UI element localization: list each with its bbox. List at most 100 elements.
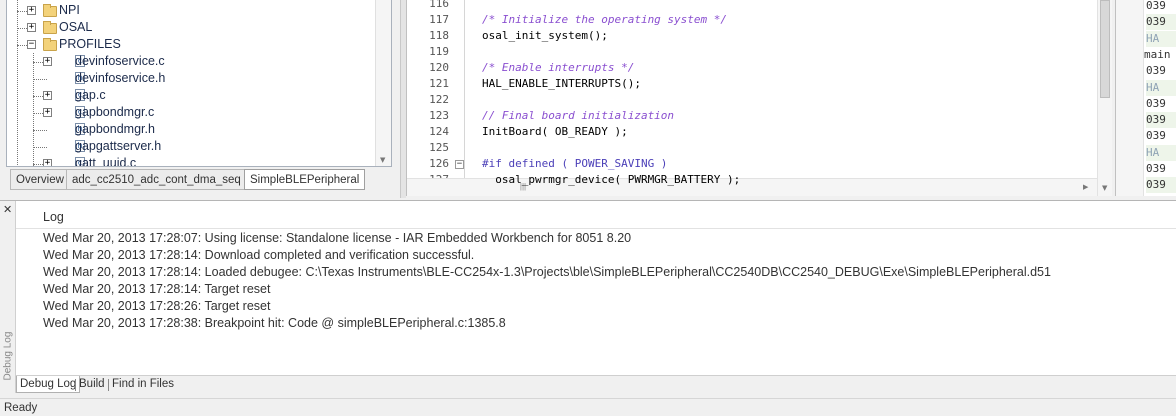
line-number-gutter: 116117118119120121122123124125126127 bbox=[407, 0, 455, 186]
tree-item[interactable]: + c gatt_uuid.c bbox=[7, 155, 375, 167]
code-line[interactable]: osal_init_system(); bbox=[482, 29, 608, 42]
fold-margin: − bbox=[455, 0, 465, 178]
log-entry[interactable]: Wed Mar 20, 2013 17:28:14: Download comp… bbox=[43, 248, 474, 262]
disassembly-line[interactable]: 039 bbox=[1146, 161, 1176, 177]
workspace-tab[interactable]: SimpleBLEPeripheral bbox=[244, 169, 366, 190]
disassembly-line[interactable]: 039 bbox=[1146, 177, 1176, 194]
disassembly-line[interactable]: HA bbox=[1146, 79, 1176, 96]
close-icon[interactable]: ✕ bbox=[3, 203, 12, 216]
expand-icon[interactable]: + bbox=[43, 159, 52, 166]
tree-connector bbox=[33, 53, 34, 166]
line-number: 120 bbox=[429, 61, 449, 74]
tree-item[interactable]: h gapbondmgr.h bbox=[7, 121, 375, 138]
line-number: 116 bbox=[429, 0, 449, 10]
collapse-icon[interactable]: − bbox=[27, 40, 36, 49]
log-entry[interactable]: Wed Mar 20, 2013 17:28:14: Target reset bbox=[43, 282, 270, 296]
code-editor[interactable]: 116117118119120121122123124125126127 − ▼… bbox=[406, 0, 1112, 196]
line-number: 125 bbox=[429, 141, 449, 154]
workspace-tab[interactable]: Overview bbox=[10, 169, 70, 190]
tree-item[interactable]: + c devinfoservice.c bbox=[7, 53, 375, 70]
code-line[interactable]: osal_pwrmgr_device( PWRMGR_BATTERY ); bbox=[482, 173, 740, 186]
line-number: 119 bbox=[429, 45, 449, 58]
line-number: 117 bbox=[429, 13, 449, 26]
tree-item[interactable]: + c gapbondmgr.c bbox=[7, 104, 375, 121]
ide-window: + c gatt_uuid.c h gapgattserver.h h gapbondmgr… bbox=[0, 0, 1176, 416]
tree-item[interactable]: + NPI bbox=[7, 2, 375, 19]
code-line[interactable]: HAL_ENABLE_INTERRUPTS(); bbox=[482, 77, 641, 90]
folder-icon bbox=[43, 4, 57, 17]
tree-vertical-scrollbar[interactable]: ▼ bbox=[375, 0, 391, 166]
disassembly-label[interactable]: main bbox=[1144, 47, 1176, 63]
line-number: 123 bbox=[429, 109, 449, 122]
line-number: 121 bbox=[429, 77, 449, 90]
file-tree: + c gatt_uuid.c h gapgattserver.h h gapbondmgr… bbox=[6, 0, 392, 167]
folder-icon bbox=[43, 38, 57, 51]
fold-collapse-icon[interactable]: − bbox=[455, 160, 464, 169]
log-tab[interactable]: Build bbox=[76, 376, 108, 393]
log-tab[interactable]: Find in Files bbox=[109, 376, 177, 393]
disassembly-line[interactable]: 039 bbox=[1146, 96, 1176, 112]
tree-item-label: NPI bbox=[59, 3, 80, 17]
disassembly-line[interactable]: 039 bbox=[1146, 112, 1176, 129]
tab-separator bbox=[108, 379, 109, 391]
disassembly-scrollbar[interactable] bbox=[1116, 0, 1144, 196]
expand-icon[interactable]: + bbox=[43, 57, 52, 66]
disassembly-panel: 039 039 HA main 039 HA 039 039 039 HA 039 039 bbox=[1115, 0, 1176, 196]
status-text: Ready bbox=[4, 402, 38, 414]
disassembly-line[interactable]: 039 bbox=[1146, 0, 1176, 14]
log-entry[interactable]: Wed Mar 20, 2013 17:28:14: Loaded debuge… bbox=[43, 265, 1051, 279]
disassembly-line[interactable]: 039 bbox=[1146, 128, 1176, 144]
expand-icon[interactable]: + bbox=[43, 108, 52, 117]
line-number: 126 bbox=[429, 157, 449, 170]
tree-connector bbox=[33, 79, 47, 80]
log-side-bar: ✕ Debug Log bbox=[0, 201, 16, 393]
disassembly-line[interactable]: 039 bbox=[1146, 14, 1176, 31]
log-tab[interactable]: Debug Log bbox=[16, 376, 81, 393]
scroll-down-arrow-icon[interactable]: ▼ bbox=[380, 156, 385, 164]
tree-item-label: PROFILES bbox=[59, 37, 121, 51]
disassembly-line[interactable]: HA bbox=[1146, 144, 1176, 161]
tree-item[interactable]: + c gap.c bbox=[7, 87, 375, 104]
log-column-title: Log bbox=[43, 210, 64, 224]
code-line[interactable]: /* Initialize the operating system */ bbox=[482, 13, 727, 26]
tree-item[interactable]: h devinfoservice.h bbox=[7, 70, 375, 87]
log-header: Log bbox=[16, 207, 1176, 229]
scroll-down-arrow-icon[interactable]: ▼ bbox=[1102, 184, 1107, 192]
tree-item-label: OSAL bbox=[59, 20, 93, 34]
status-bar: Ready bbox=[0, 398, 1176, 416]
log-entry[interactable]: Wed Mar 20, 2013 17:28:07: Using license… bbox=[43, 231, 631, 245]
expand-icon[interactable]: + bbox=[27, 6, 36, 15]
line-number: 124 bbox=[429, 125, 449, 138]
tree-item-label: gapgattserver.h bbox=[75, 139, 162, 153]
expand-icon[interactable]: + bbox=[43, 91, 52, 100]
code-line[interactable]: InitBoard( OB_READY ); bbox=[482, 125, 628, 138]
tree-connector bbox=[17, 0, 18, 166]
tree-item[interactable]: − PROFILES bbox=[7, 36, 375, 53]
scroll-right-arrow-icon[interactable]: ▶ bbox=[1083, 183, 1088, 191]
tree-item-label: gatt_uuid.c bbox=[75, 156, 137, 167]
expand-icon[interactable]: + bbox=[27, 23, 36, 32]
disassembly-line[interactable]: 039 bbox=[1146, 63, 1176, 79]
workspace-tabs: Overview adc_cc2510_adc_cont_dma_seq Simpl… bbox=[6, 169, 398, 191]
tree-item-label: gapbondmgr.h bbox=[75, 122, 155, 136]
code-line[interactable]: #if defined ( POWER_SAVING ) bbox=[482, 157, 667, 170]
workspace-panel: + c gatt_uuid.c h gapgattserver.h h gapbondmgr… bbox=[0, 0, 400, 198]
line-number: 122 bbox=[429, 93, 449, 106]
tree-item-label: devinfoservice.h bbox=[75, 71, 166, 85]
line-number: 118 bbox=[429, 29, 449, 42]
code-line[interactable]: /* Enable interrupts */ bbox=[482, 61, 634, 74]
tree-item-label: devinfoservice.c bbox=[75, 54, 165, 68]
tree-item[interactable]: + OSAL bbox=[7, 19, 375, 36]
tree-item[interactable]: h gapgattserver.h bbox=[7, 138, 375, 155]
editor-vertical-scroll-thumb[interactable] bbox=[1100, 0, 1110, 98]
folder-icon bbox=[43, 21, 57, 34]
disassembly-line[interactable]: HA bbox=[1146, 30, 1176, 47]
editor-vertical-scrollbar[interactable]: ▼ bbox=[1097, 0, 1112, 196]
tab-separator bbox=[75, 379, 76, 391]
log-entry[interactable]: Wed Mar 20, 2013 17:28:38: Breakpoint hi… bbox=[43, 316, 506, 330]
code-line[interactable]: // Final board initialization bbox=[482, 109, 674, 122]
workspace-tab[interactable]: adc_cc2510_adc_cont_dma_seq bbox=[66, 169, 247, 190]
log-side-label: Debug Log bbox=[2, 331, 14, 381]
tree-item-label: gapbondmgr.c bbox=[75, 105, 155, 119]
log-entry[interactable]: Wed Mar 20, 2013 17:28:26: Target reset bbox=[43, 299, 270, 313]
